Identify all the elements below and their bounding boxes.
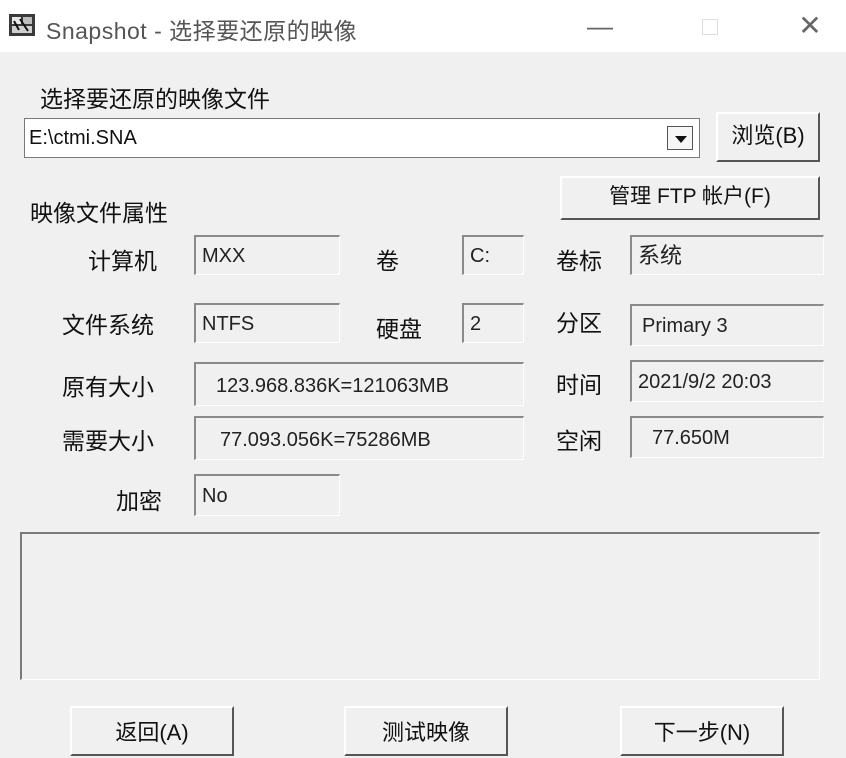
partition-value: Primary 3 xyxy=(630,304,824,346)
next-button[interactable]: 下一步(N) xyxy=(620,706,784,756)
partition-label: 分区 xyxy=(556,310,602,336)
required-size-value: 77.093.056K=75286MB xyxy=(194,416,524,460)
volume-name-label: 卷标 xyxy=(556,248,602,274)
volume-label: 卷 xyxy=(376,248,399,274)
computer-label: 计算机 xyxy=(88,248,157,274)
file-system-label: 文件系统 xyxy=(62,312,154,338)
volume-name-value: 系统 xyxy=(630,235,824,275)
image-file-path: E:\ctmi.SNA xyxy=(29,127,137,149)
window-title: Snapshot - 选择要还原的映像 xyxy=(46,18,358,44)
encryption-label: 加密 xyxy=(116,488,162,514)
maximize-icon xyxy=(702,19,718,35)
disk-label: 硬盘 xyxy=(376,316,422,342)
back-button[interactable]: 返回(A) xyxy=(70,706,234,756)
computer-value: MXX xyxy=(194,235,340,275)
maximize-button[interactable] xyxy=(685,6,735,46)
minimize-button[interactable]: — xyxy=(575,6,625,46)
encryption-value: No xyxy=(194,474,340,516)
required-size-label: 需要大小 xyxy=(62,428,154,454)
select-image-file-label: 选择要还原的映像文件 xyxy=(40,86,270,112)
free-space-value: 77.650M xyxy=(630,416,824,458)
test-image-button[interactable]: 测试映像 xyxy=(344,706,508,756)
snapshot-app-icon xyxy=(9,14,35,36)
close-button[interactable]: ✕ xyxy=(785,6,835,46)
volume-value: C: xyxy=(462,235,524,275)
chevron-down-icon[interactable] xyxy=(667,126,693,150)
browse-button[interactable]: 浏览(B) xyxy=(716,112,820,162)
time-label: 时间 xyxy=(556,372,602,398)
manage-ftp-accounts-button[interactable]: 管理 FTP 帐户(F) xyxy=(560,176,820,220)
image-properties-label: 映像文件属性 xyxy=(30,200,168,226)
original-size-label: 原有大小 xyxy=(62,374,154,400)
title-bar: Snapshot - 选择要还原的映像 — ✕ xyxy=(0,0,846,52)
status-panel xyxy=(20,532,820,680)
disk-value: 2 xyxy=(462,303,524,343)
file-system-value: NTFS xyxy=(194,303,340,343)
time-value: 2021/9/2 20:03 xyxy=(630,360,824,402)
original-size-value: 123.968.836K=121063MB xyxy=(194,362,524,406)
image-file-combobox[interactable]: E:\ctmi.SNA xyxy=(24,118,700,158)
free-space-label: 空闲 xyxy=(556,428,602,454)
